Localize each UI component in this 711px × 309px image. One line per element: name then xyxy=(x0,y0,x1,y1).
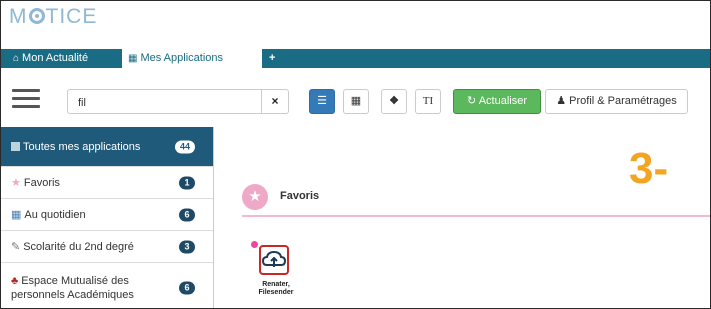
sidebar-item-espace-mutualise[interactable]: ♣ Espace Mutualisé des personnels Académi… xyxy=(1,263,213,308)
count-badge: 6 xyxy=(179,208,195,221)
plus-icon: + xyxy=(269,52,276,64)
sidebar-item-scolarite[interactable]: ✎ Scolarité du 2nd degré 3 xyxy=(1,231,213,263)
close-icon: × xyxy=(271,94,279,108)
sidebar-item-au-quotidien[interactable]: ▦ Au quotidien 6 xyxy=(1,199,213,231)
home-icon: ⌂ xyxy=(13,53,20,64)
app-window: M TICE ⌂ Mon Actualité ▦ Mes Applications +… xyxy=(0,0,711,309)
list-icon: ☰ xyxy=(317,95,327,107)
favoris-section-header: ★ Favoris xyxy=(242,181,710,217)
logo-o-icon xyxy=(28,8,45,24)
tab-label: Mes Applications xyxy=(140,52,223,64)
count-badge: 3 xyxy=(179,240,195,253)
app-tile-renater-filesender[interactable]: Renater, Filesender xyxy=(251,241,301,301)
add-tab-button[interactable]: + xyxy=(263,49,281,68)
sidebar-item-label: Toutes mes applications xyxy=(23,140,141,153)
refresh-icon: ↻ xyxy=(467,95,479,107)
motice-logo: M TICE xyxy=(9,5,97,29)
sidebar-item-label: Scolarité du 2nd degré xyxy=(23,240,134,253)
text-size-icon: TI xyxy=(422,95,434,107)
refresh-label: Actualiser xyxy=(478,95,527,107)
calendar-icon: ▦ xyxy=(11,208,22,221)
hamburger-menu-icon[interactable] xyxy=(12,89,40,111)
info-button[interactable]: ❖ xyxy=(381,89,407,114)
count-badge: 6 xyxy=(179,281,195,294)
list-view-button[interactable]: ☰ xyxy=(309,89,335,114)
section-title: Favoris xyxy=(280,190,320,202)
sidebar-item-label: Espace Mutualisé des personnels Académiq… xyxy=(11,274,134,301)
sidebar: Toutes mes applications 44 ★ Favoris 1 ▦ A… xyxy=(1,127,214,308)
square-icon xyxy=(11,141,20,151)
count-badge: 44 xyxy=(175,140,195,153)
clear-search-button[interactable]: × xyxy=(261,90,288,113)
count-badge: 1 xyxy=(179,176,195,189)
profile-label: Profil & Paramétrages xyxy=(569,95,677,107)
tab-bar: ⌂ Mon Actualité ▦ Mes Applications + xyxy=(1,49,710,68)
search-field: × xyxy=(67,89,289,114)
user-icon: ♟ xyxy=(556,95,570,107)
logo-letter: M xyxy=(9,5,28,28)
tab-mon-actualite[interactable]: ⌂ Mon Actualité xyxy=(7,49,94,68)
search-input[interactable] xyxy=(76,93,260,112)
grid-icon: ▦ xyxy=(350,95,362,107)
text-size-button[interactable]: TI xyxy=(415,89,441,114)
logo-text: TICE xyxy=(45,5,98,28)
sidebar-item-all-apps[interactable]: Toutes mes applications 44 xyxy=(1,127,213,167)
edit-icon: ✎ xyxy=(11,240,21,253)
star-icon: ★ xyxy=(11,176,21,189)
cloud-upload-icon xyxy=(259,245,289,275)
refresh-button[interactable]: ↻ Actualiser xyxy=(453,89,541,114)
sitemap-icon: ♣ xyxy=(11,274,19,287)
info-icon: ❖ xyxy=(389,95,399,107)
sidebar-item-label: Favoris xyxy=(23,176,60,189)
favorite-pin-icon xyxy=(251,241,258,248)
grid-icon: ▦ xyxy=(128,53,138,64)
star-icon: ★ xyxy=(242,184,268,210)
tab-label: Mon Actualité xyxy=(22,52,89,64)
grid-view-button[interactable]: ▦ xyxy=(343,89,369,114)
profile-settings-button[interactable]: ♟ Profil & Paramétrages xyxy=(545,89,688,114)
sidebar-item-label: Au quotidien xyxy=(24,208,86,221)
sidebar-item-favoris[interactable]: ★ Favoris 1 xyxy=(1,167,213,199)
tab-mes-applications[interactable]: ▦ Mes Applications xyxy=(122,49,262,68)
app-label: Renater, Filesender xyxy=(258,281,294,296)
